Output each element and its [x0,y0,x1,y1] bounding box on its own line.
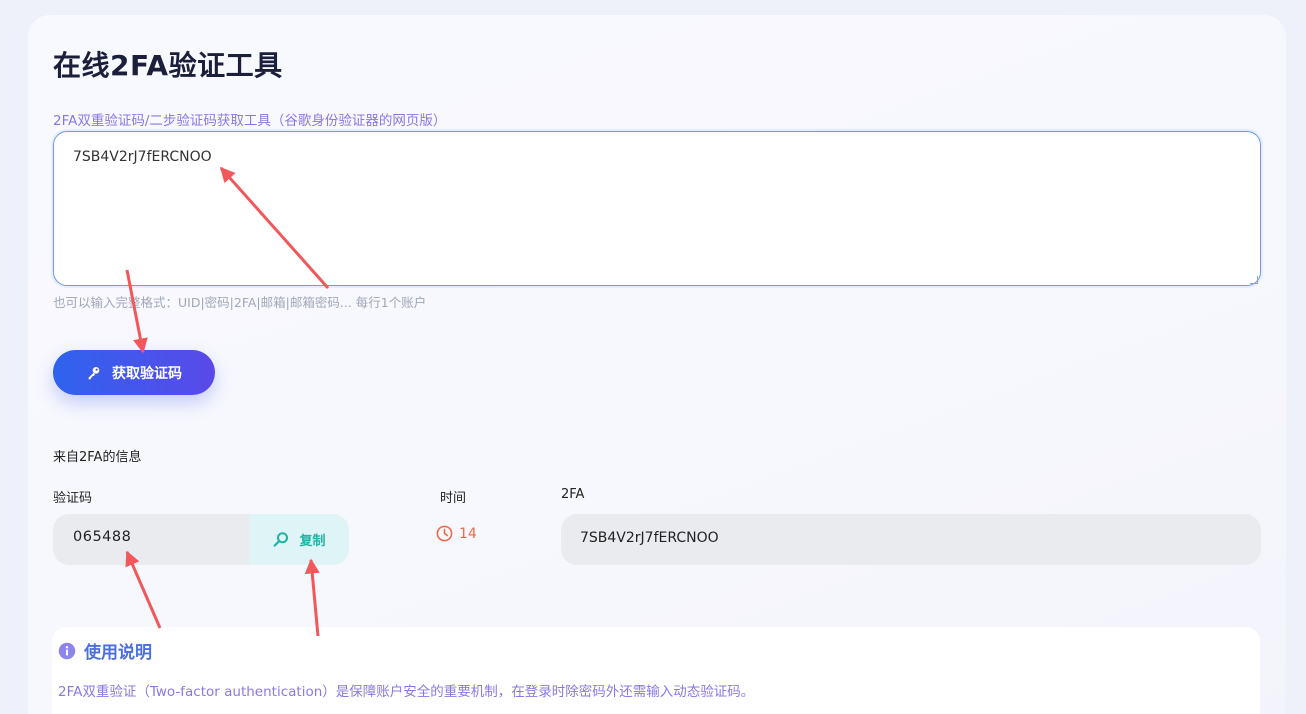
twofa-secret-field: 7SB4V2rJ7fERCNOO [561,514,1261,565]
twofa-label: 2FA [561,487,585,502]
usage-panel [52,627,1260,714]
time-remaining: 14 [435,524,477,543]
page-title: 在线2FA验证工具 [53,49,283,82]
usage-title: 使用说明 [58,638,152,663]
search-icon [273,531,289,547]
time-label: 时间 [440,491,467,506]
usage-description: 2FA双重验证（Two-factor authentication）是保障账户安… [58,684,755,700]
textarea-resize-handle[interactable] [1250,276,1258,284]
copy-button-label: 复制 [299,534,326,549]
secret-key-input[interactable]: 7SB4V2rJ7fERCNOO [53,131,1261,286]
usage-title-text: 使用说明 [84,643,152,663]
time-remaining-value: 14 [459,525,477,542]
verification-code-field: 065488 复制 [53,514,349,565]
copy-button[interactable]: 复制 [249,514,349,565]
info-icon [58,642,76,659]
page-subtitle: 2FA双重验证码/二步验证码获取工具（谷歌身份验证器的网页版） [53,113,447,129]
code-label: 验证码 [53,491,93,506]
key-icon [88,366,100,379]
verification-code-value: 065488 [73,529,132,545]
get-code-button-label: 获取验证码 [112,365,182,382]
result-heading: 来自2FA的信息 [53,450,142,465]
get-code-button[interactable]: 获取验证码 [53,350,215,395]
input-format-hint: 也可以输入完整格式：UID|密码|2FA|邮箱|邮箱密码... 每行1个账户 [53,295,427,310]
clock-icon [436,525,453,542]
